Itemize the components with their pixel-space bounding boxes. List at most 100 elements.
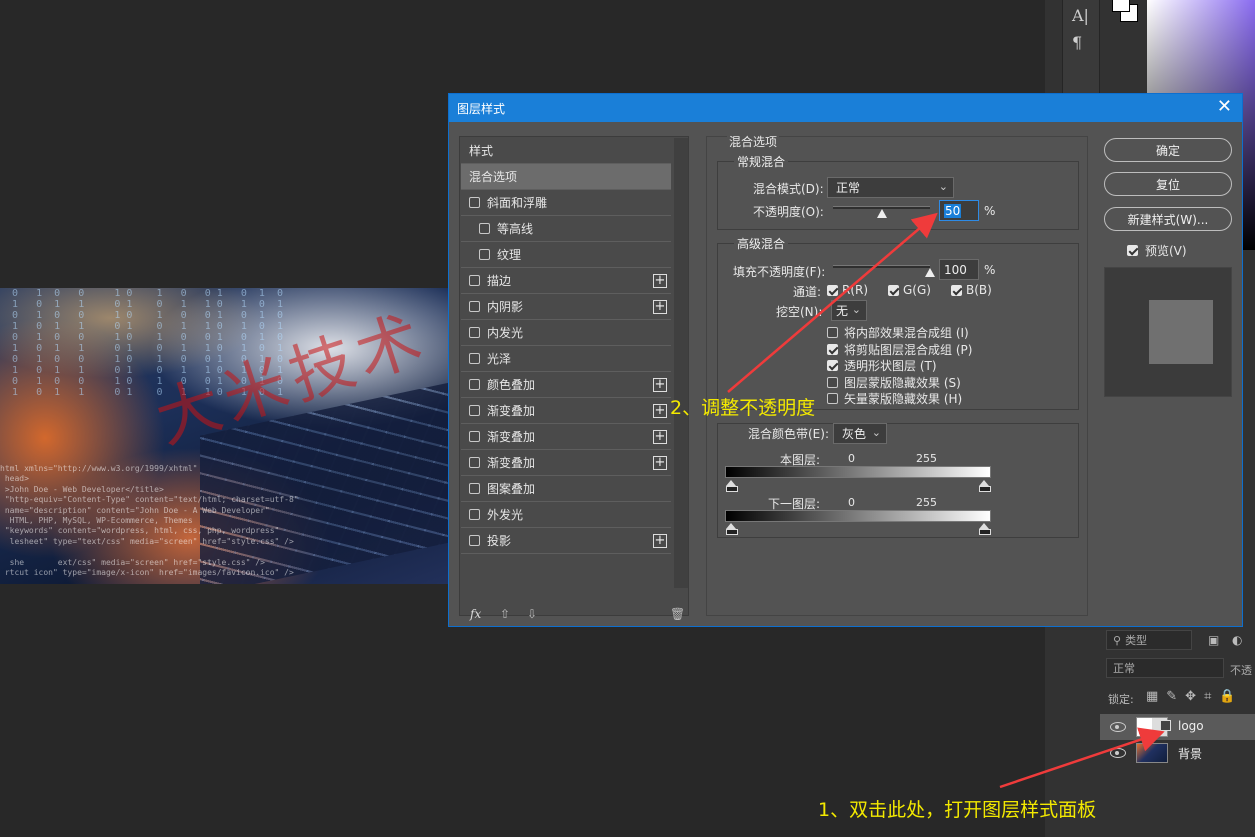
- layer-name: logo: [1178, 719, 1204, 733]
- search-icon: ⚲: [1113, 633, 1122, 647]
- this-layer-high-stop[interactable]: [979, 480, 991, 492]
- style-item[interactable]: 颜色叠加 +: [461, 372, 671, 398]
- checkbox-icon[interactable]: [469, 535, 480, 546]
- styles-scrollbar[interactable]: [674, 138, 688, 588]
- style-item[interactable]: 渐变叠加 +: [461, 424, 671, 450]
- canvas-image[interactable]: 0 1 0 0 1 0 1 0 0 1 0 1 0 1 0 1 1 0 1 0 …: [0, 288, 448, 584]
- channel-b-checkbox[interactable]: B(B): [951, 283, 992, 297]
- style-item[interactable]: 图案叠加: [461, 476, 671, 502]
- style-item[interactable]: 混合选项: [461, 164, 671, 190]
- chevron-down-icon: ⌄: [938, 180, 948, 193]
- style-item[interactable]: 等高线: [461, 216, 671, 242]
- move-up-icon[interactable]: ⇧: [500, 607, 510, 621]
- style-item[interactable]: 投影 +: [461, 528, 671, 554]
- checkbox-icon[interactable]: [469, 301, 480, 312]
- blend-mode-value: 正常: [836, 181, 861, 195]
- style-item[interactable]: 外发光: [461, 502, 671, 528]
- style-item-label: 外发光: [487, 508, 524, 522]
- checkbox-icon[interactable]: [469, 275, 480, 286]
- style-item[interactable]: 渐变叠加 +: [461, 450, 671, 476]
- style-item-label: 混合选项: [469, 170, 518, 184]
- style-item[interactable]: 渐变叠加 +: [461, 398, 671, 424]
- knockout-select[interactable]: 无 ⌄: [831, 300, 867, 321]
- layer-filter-select[interactable]: ⚲ 类型: [1106, 630, 1192, 650]
- dialog-title-bar[interactable]: 图层样式 ✕: [449, 94, 1242, 122]
- checkbox-icon[interactable]: [469, 457, 480, 468]
- advanced-option-checkbox[interactable]: 将剪贴图层混合成组 (P): [827, 341, 972, 358]
- checkbox-icon: [827, 376, 838, 388]
- visibility-eye-icon[interactable]: [1110, 748, 1126, 758]
- checkbox-icon[interactable]: [469, 509, 480, 520]
- paragraph-panel-icon[interactable]: ¶: [1072, 33, 1082, 52]
- character-panel-icon[interactable]: A|: [1072, 6, 1089, 25]
- blend-if-select[interactable]: 灰色 ⌄: [833, 423, 887, 444]
- image-filter-icon[interactable]: ▣: [1208, 633, 1219, 647]
- style-item[interactable]: 光泽: [461, 346, 671, 372]
- advanced-option-checkbox[interactable]: 图层蒙版隐藏效果 (S): [827, 374, 961, 391]
- advanced-option-checkbox[interactable]: 透明形状图层 (T): [827, 357, 937, 374]
- layer-style-dialog: 图层样式 ✕ 样式 fx ⇧ ⇩ 🗑 混合选项斜面和浮雕 等高线 纹理 描边 + 内阴影 +…: [448, 93, 1243, 627]
- move-down-icon[interactable]: ⇩: [527, 607, 537, 621]
- opacity-input[interactable]: 50: [939, 200, 979, 221]
- lock-icons[interactable]: ▦✎✥⌗🔒: [1146, 689, 1244, 704]
- ok-button[interactable]: 确定: [1104, 138, 1232, 162]
- new-style-button[interactable]: 新建样式(W)...: [1104, 207, 1232, 231]
- advanced-blending-group: 高级混合 填充不透明度(F): 100 % 通道: R(R) G(G) B(B)…: [717, 235, 1079, 410]
- style-item[interactable]: 描边 +: [461, 268, 671, 294]
- reset-button[interactable]: 复位: [1104, 172, 1232, 196]
- trash-icon[interactable]: 🗑: [670, 607, 685, 621]
- checkbox-icon[interactable]: [469, 405, 480, 416]
- this-layer-low: 0: [848, 452, 855, 465]
- checkbox-icon[interactable]: [469, 379, 480, 390]
- channel-r-checkbox[interactable]: R(R): [827, 283, 868, 297]
- layer-row-logo[interactable]: logo: [1100, 714, 1255, 740]
- style-item[interactable]: 斜面和浮雕: [461, 190, 671, 216]
- preview-checkbox[interactable]: 预览(V): [1127, 242, 1187, 259]
- this-layer-low-stop[interactable]: [726, 480, 738, 492]
- visibility-eye-icon[interactable]: [1110, 722, 1126, 732]
- style-item[interactable]: 内发光: [461, 320, 671, 346]
- add-effect-icon[interactable]: +: [653, 378, 667, 392]
- smart-object-icon: [1160, 720, 1171, 731]
- channels-label: 通道:: [793, 285, 822, 299]
- fill-opacity-input[interactable]: 100: [939, 259, 979, 280]
- close-icon[interactable]: ✕: [1217, 97, 1232, 117]
- style-item[interactable]: 纹理: [461, 242, 671, 268]
- checkbox-icon[interactable]: [469, 431, 480, 442]
- add-effect-icon[interactable]: +: [653, 430, 667, 444]
- styles-header[interactable]: 样式: [461, 138, 671, 164]
- fill-opacity-slider-handle[interactable]: [925, 268, 935, 277]
- foreground-background-swatch[interactable]: [1110, 0, 1144, 24]
- checkbox-icon: [951, 284, 962, 296]
- add-effect-icon[interactable]: +: [653, 300, 667, 314]
- adjustment-filter-icon[interactable]: ◐: [1232, 633, 1242, 647]
- add-effect-icon[interactable]: +: [653, 274, 667, 288]
- layer-blend-mode-select[interactable]: 正常: [1106, 658, 1224, 678]
- underlying-layer-low: 0: [848, 496, 855, 509]
- opacity-label: 不透明度(O):: [753, 205, 824, 219]
- advanced-option-checkbox[interactable]: 矢量蒙版隐藏效果 (H): [827, 390, 962, 407]
- advanced-option-checkbox[interactable]: 将内部效果混合成组 (I): [827, 324, 969, 341]
- style-item[interactable]: 内阴影 +: [461, 294, 671, 320]
- blend-if-label: 混合颜色带(E):: [748, 425, 829, 442]
- opacity-value: 50: [944, 203, 962, 218]
- channel-g-checkbox[interactable]: G(G): [888, 283, 931, 297]
- code-overlay-text: html xmlns="http://www.w3.org/1999/xhtml…: [0, 464, 299, 578]
- underlying-layer-low-stop[interactable]: [726, 523, 738, 535]
- fill-opacity-slider[interactable]: [833, 265, 930, 268]
- underlying-layer-high-stop[interactable]: [979, 523, 991, 535]
- checkbox-icon[interactable]: [469, 483, 480, 494]
- add-effect-icon[interactable]: +: [653, 404, 667, 418]
- layer-row-background[interactable]: 背景: [1100, 740, 1255, 766]
- add-effect-icon[interactable]: +: [653, 534, 667, 548]
- blend-mode-select[interactable]: 正常 ⌄: [827, 177, 954, 198]
- fx-icon[interactable]: fx: [470, 607, 481, 621]
- checkbox-icon[interactable]: [469, 353, 480, 364]
- checkbox-icon[interactable]: [479, 223, 490, 234]
- checkbox-icon[interactable]: [469, 197, 480, 208]
- checkbox-icon[interactable]: [469, 327, 480, 338]
- chevron-down-icon: ⌄: [851, 303, 861, 316]
- add-effect-icon[interactable]: +: [653, 456, 667, 470]
- opacity-slider-handle[interactable]: [876, 209, 887, 218]
- checkbox-icon[interactable]: [479, 249, 490, 260]
